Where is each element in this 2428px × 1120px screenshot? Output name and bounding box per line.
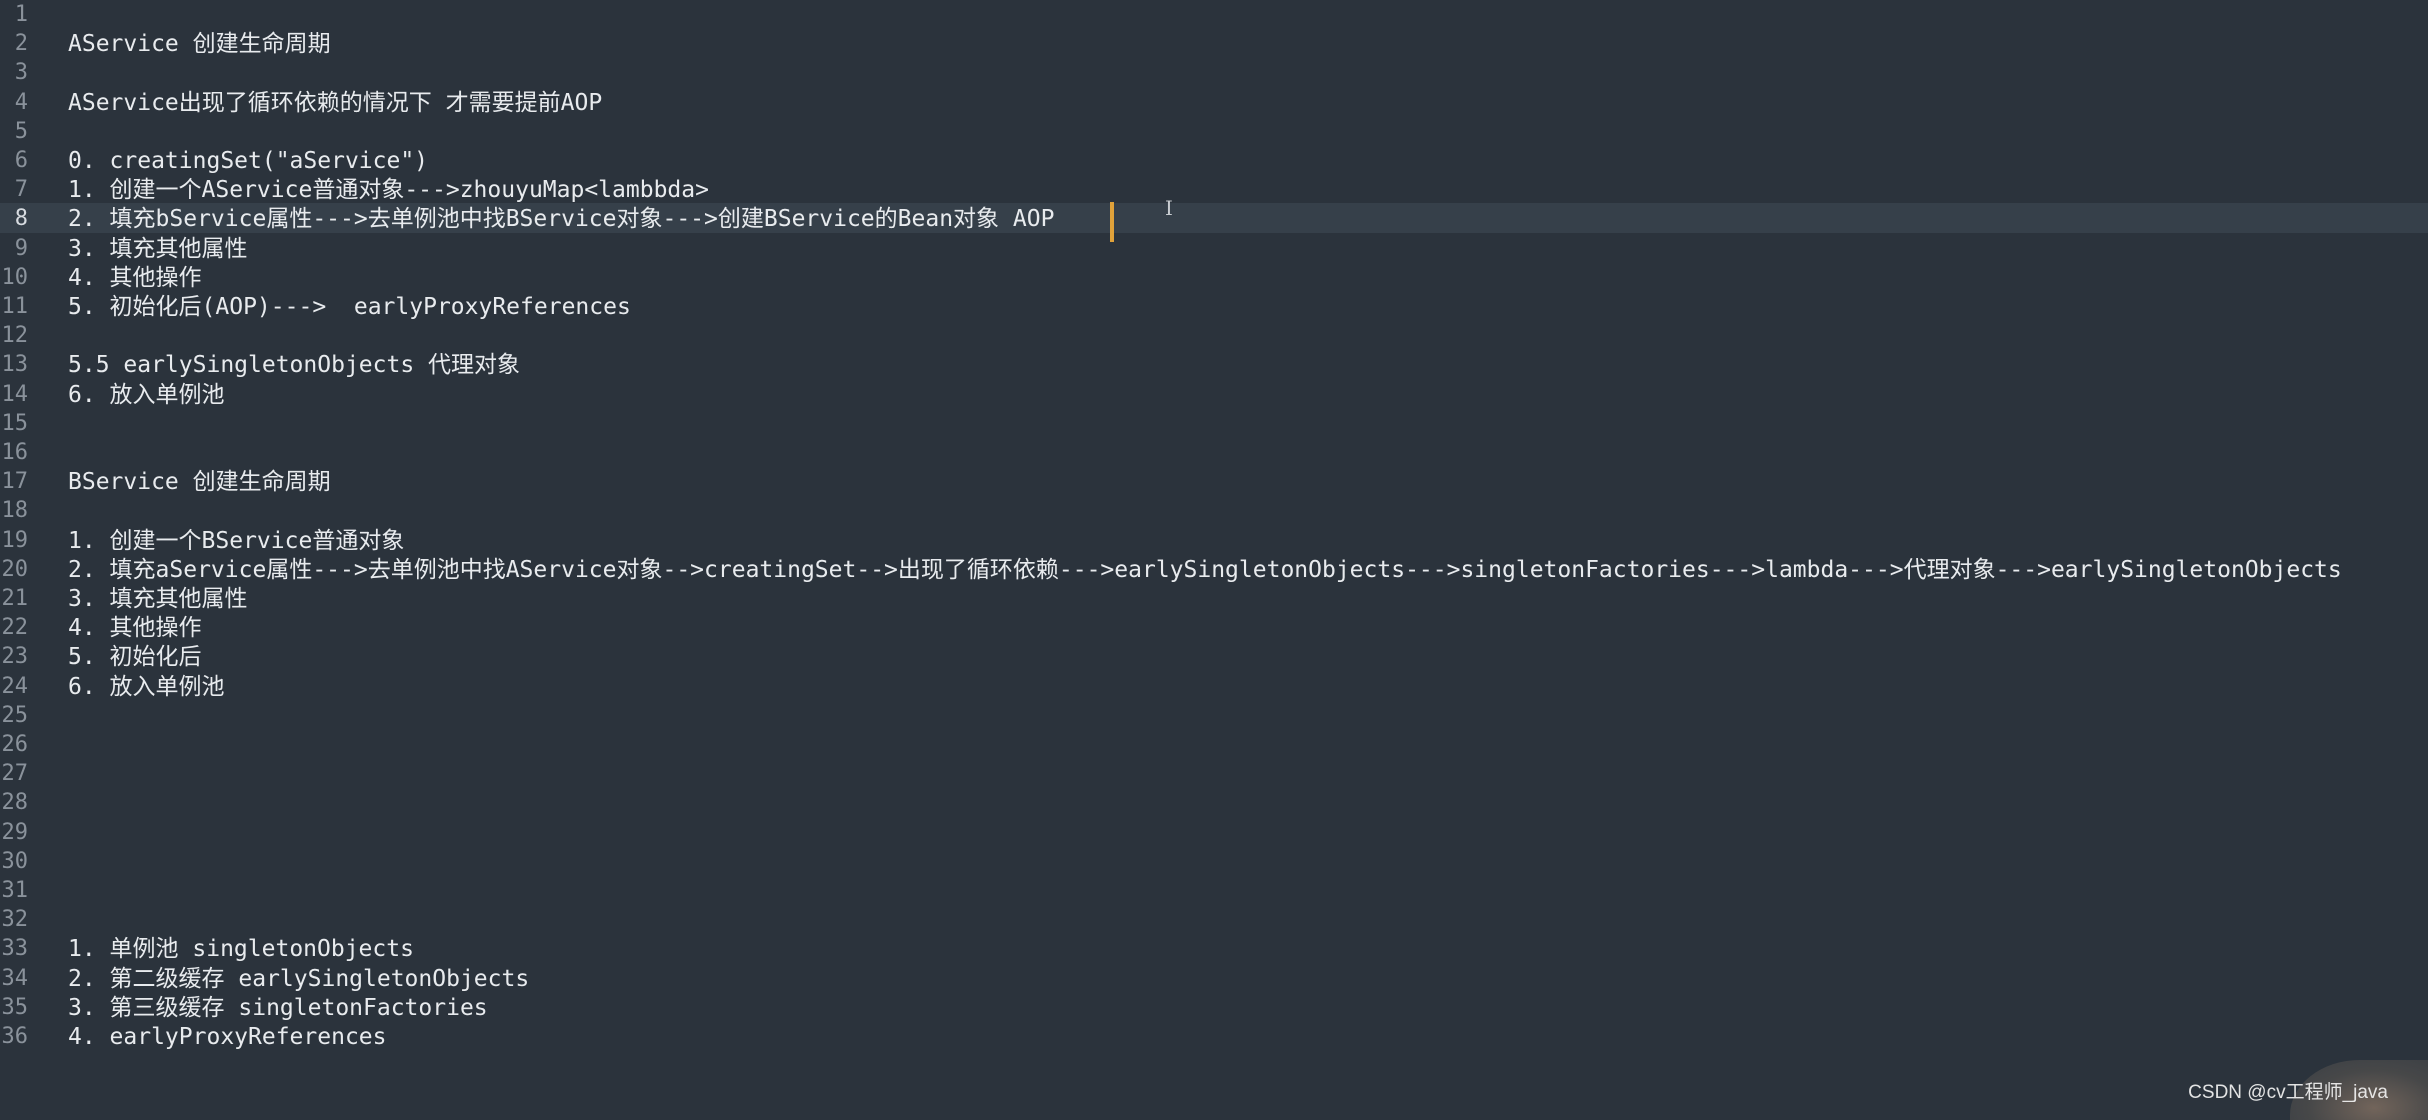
code-line[interactable]: AService出现了循环依赖的情况下 才需要提前AOP (68, 88, 602, 118)
line-number: 24 (1, 674, 29, 699)
code-line[interactable]: 0. creatingSet("aService") (68, 146, 428, 176)
code-line[interactable]: 1. 单例池 singletonObjects (68, 934, 414, 964)
line-number: 22 (1, 615, 29, 640)
line-number: 33 (1, 936, 29, 961)
code-line[interactable]: 3. 第三级缓存 singletonFactories (68, 993, 488, 1023)
line-number: 4 (14, 90, 28, 115)
line-number: 1 (14, 2, 28, 27)
line-number: 6 (14, 148, 28, 173)
code-line[interactable]: 2. 第二级缓存 earlySingletonObjects (68, 964, 529, 994)
code-line[interactable]: 3. 填充其他属性 (68, 584, 248, 614)
line-number: 17 (1, 469, 29, 494)
line-number: 14 (1, 382, 29, 407)
line-number: 16 (1, 440, 29, 465)
line-number: 3 (14, 60, 28, 85)
code-line[interactable]: 4. earlyProxyReferences (68, 1022, 387, 1052)
code-line[interactable]: 5. 初始化后 (68, 642, 202, 672)
line-number: 20 (1, 557, 29, 582)
line-number: 36 (1, 1024, 29, 1049)
line-number: 7 (14, 177, 28, 202)
line-number: 13 (1, 352, 29, 377)
code-line[interactable]: 6. 放入单例池 (68, 672, 225, 702)
line-number: 19 (1, 528, 29, 553)
line-number: 35 (1, 995, 29, 1020)
line-number: 30 (1, 849, 29, 874)
code-line[interactable]: AService 创建生命周期 (68, 29, 331, 59)
line-number: 27 (1, 761, 29, 786)
code-line[interactable]: 1. 创建一个BService普通对象 (68, 526, 404, 556)
line-number: 8 (14, 206, 28, 231)
line-number-gutter: 1 2 3 4 5 6 7 8 9 10 11 12 13 14 15 16 17 18 19 20 21 22 23 24 2… (0, 0, 50, 1116)
line-number: 34 (1, 966, 29, 991)
text-editor[interactable]: 1 2 3 4 5 6 7 8 9 10 11 12 13 14 15 16 17 18 19 20 21 22 23 24 2… (0, 0, 2428, 1120)
code-line[interactable]: 3. 填充其他属性 (68, 234, 248, 264)
line-number: 2 (14, 31, 28, 56)
code-line[interactable]: 1. 创建一个AService普通对象--->zhouyuMap<lambbda… (68, 175, 709, 205)
line-number: 21 (1, 586, 29, 611)
code-line[interactable]: 2. 填充bService属性--->去单例池中找BService对象--->创… (68, 204, 1054, 234)
line-number: 15 (1, 411, 29, 436)
line-number: 23 (1, 644, 29, 669)
code-line[interactable]: 4. 其他操作 (68, 613, 202, 643)
code-line[interactable]: 4. 其他操作 (68, 263, 202, 293)
line-number: 18 (1, 498, 29, 523)
line-number: 32 (1, 907, 29, 932)
line-number: 10 (1, 265, 29, 290)
watermark-label: CSDN @cv工程师_java (2188, 1082, 2388, 1103)
line-number: 26 (1, 732, 29, 757)
line-number: 12 (1, 323, 29, 348)
line-number: 31 (1, 878, 29, 903)
line-number: 11 (1, 294, 29, 319)
text-caret (1110, 202, 1114, 242)
code-line[interactable]: 2. 填充aService属性--->去单例池中找AService对象-->cr… (68, 555, 2342, 585)
code-line[interactable]: 5. 初始化后(AOP)---> earlyProxyReferences (68, 292, 631, 322)
line-number: 28 (1, 790, 29, 815)
line-number: 25 (1, 703, 29, 728)
text-cursor-icon: I (1165, 196, 1173, 220)
code-line[interactable]: 6. 放入单例池 (68, 380, 225, 410)
code-line[interactable]: 5.5 earlySingletonObjects 代理对象 (68, 350, 520, 380)
line-number: 5 (14, 119, 28, 144)
line-number: 29 (1, 820, 29, 845)
line-number: 9 (14, 236, 28, 261)
code-line[interactable]: BService 创建生命周期 (68, 467, 331, 497)
